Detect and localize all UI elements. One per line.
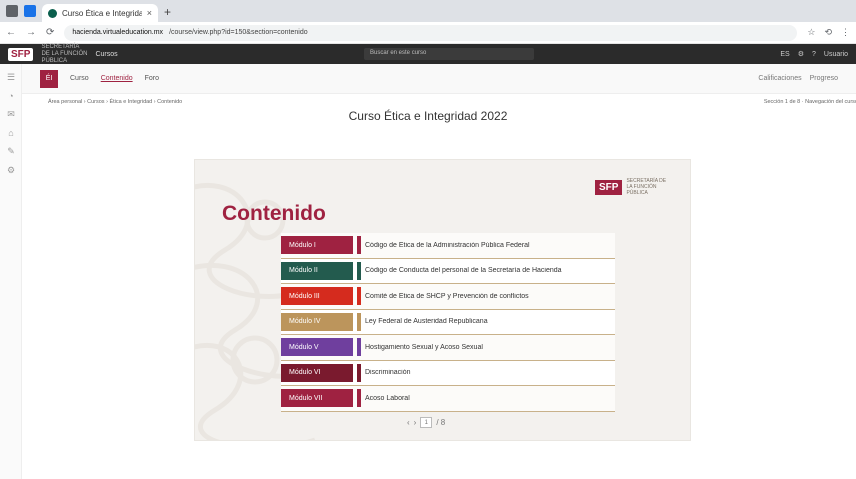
module-badge[interactable]: Módulo III [281,287,353,306]
url-path: /course/view.php?id=150&section=contenid… [169,29,308,36]
module-list: Módulo I Código de Ética de la Administr… [281,233,615,412]
progress-link[interactable]: Progreso [810,75,838,82]
page-number-input[interactable]: 1 [420,417,433,428]
breadcrumb: Área personal › Cursos › Ética e Integri… [48,99,856,109]
reload-icon[interactable]: ⟳ [46,27,54,38]
browser-menu-icon[interactable]: ⋮ [841,27,850,38]
rail-settings-icon[interactable]: ⚙ [0,165,22,176]
module-row[interactable]: Módulo IV Ley Federal de Austeridad Repu… [281,309,615,335]
breadcrumb-path[interactable]: Área personal › Cursos › Ética e Integri… [48,99,182,109]
module-description[interactable]: Código de Conducta del personal de la Se… [365,267,562,274]
card-heading: Contenido [222,202,326,225]
menu-icon[interactable]: ☰ [0,72,22,83]
course-bar-actions: Calificaciones Progreso [758,75,838,82]
site-menu-link[interactable]: Cursos [95,51,117,58]
card-brand-logo: SFP [595,179,623,195]
bookmark-star-icon[interactable]: ☆ [807,27,815,38]
page-title: Curso Ética e Integridad 2022 [348,109,508,123]
home-icon[interactable]: ⌂ [0,128,22,138]
module-badge[interactable]: Módulo II [281,261,353,280]
module-description[interactable]: Código de Ética de la Administración Púb… [365,242,530,249]
course-bar: ÉI Curso Contenido Foro Calificaciones P… [22,64,856,94]
history-icon[interactable]: ⟲ [824,27,832,38]
module-separator [357,363,361,382]
course-link-curso[interactable]: Curso [70,75,89,82]
module-badge[interactable]: Módulo V [281,338,353,357]
site-favicon-icon [48,8,57,18]
tab-title: Curso Ética e Integridad 2022 [62,8,142,18]
window-menu-icon[interactable] [6,5,18,17]
left-rail: ☰ ◔ ✉ ⌂ ✎ ⚙ [0,64,22,479]
url-host: hacienda.virtualeducation.mx [72,29,164,36]
site-header: SFP SECRETARÍA DE LA FUNCIÓN PÚBLICA Cur… [0,44,856,64]
page-total: / 8 [436,418,446,427]
edit-icon[interactable]: ✎ [0,146,22,157]
module-separator [357,261,361,280]
pager: ‹ › 1 / 8 [407,417,445,428]
module-separator [357,236,361,255]
settings-icon[interactable]: ⚙ [798,50,804,58]
course-navigation[interactable]: Sección 1 de 8 · Navegación del curso [764,99,856,109]
module-description[interactable]: Acoso Laboral [365,395,410,402]
address-bar-row: ← → ⟳ hacienda.virtualeducation.mx /cour… [0,22,856,44]
card-brand-text: SECRETARÍA DE LA FUNCIÓN PÚBLICA [626,178,667,196]
module-row[interactable]: Módulo V Hostigamiento Sexual y Acoso Se… [281,335,615,361]
back-icon[interactable]: ← [6,27,16,38]
browser-actions: ☆ ⟲ ⋮ [807,27,850,38]
site-subtitle: SECRETARÍA DE LA FUNCIÓN PÚBLICA [41,43,88,64]
language-selector[interactable]: ES [780,51,789,58]
module-separator [357,338,361,357]
help-icon[interactable]: ? [812,51,816,58]
module-description[interactable]: Discriminación [365,369,411,376]
new-tab-button[interactable]: + [164,5,171,19]
course-icon[interactable]: ÉI [40,69,58,88]
card-brand: SFP SECRETARÍA DE LA FUNCIÓN PÚBLICA [595,178,671,196]
module-row[interactable]: Módulo I Código de Ética de la Administr… [281,233,615,259]
user-menu[interactable]: Usuario [824,51,848,58]
module-separator [357,389,361,408]
site-logo[interactable]: SFP [8,47,34,61]
forward-icon[interactable]: → [26,27,36,38]
module-badge[interactable]: Módulo I [281,236,353,255]
tab-search-icon[interactable] [24,5,36,17]
browser-tab-strip: Curso Ética e Integridad 2022 × + [0,0,856,22]
site-header-actions: ES ⚙ ? Usuario [780,50,848,59]
next-page-button[interactable]: › [414,418,417,427]
module-separator [357,312,361,331]
tab-close-icon[interactable]: × [147,8,152,18]
module-row[interactable]: Módulo VI Discriminación [281,360,615,386]
module-badge[interactable]: Módulo IV [281,312,353,331]
content-card: SFP SECRETARÍA DE LA FUNCIÓN PÚBLICA Con… [195,160,690,440]
module-description[interactable]: Ley Federal de Austeridad Republicana [365,318,488,325]
module-separator [357,287,361,306]
site-search-input[interactable]: Buscar en este curso [364,48,534,60]
prev-page-button[interactable]: ‹ [407,418,410,427]
url-input[interactable]: hacienda.virtualeducation.mx /course/vie… [64,24,798,41]
module-badge[interactable]: Módulo VII [281,389,353,408]
browser-tab-active[interactable]: Curso Ética e Integridad 2022 × [42,4,158,22]
module-row[interactable]: Módulo III Comité de Ética de SHCP y Pre… [281,284,615,310]
module-row[interactable]: Módulo VII Acoso Laboral [281,386,615,412]
grades-link[interactable]: Calificaciones [758,75,801,82]
module-description[interactable]: Comité de Ética de SHCP y Prevención de … [365,293,529,300]
dashboard-icon[interactable]: ◔ [0,91,22,101]
course-link-foro[interactable]: Foro [145,75,159,82]
module-description[interactable]: Hostigamiento Sexual y Acoso Sexual [365,344,483,351]
module-row[interactable]: Módulo II Código de Conducta del persona… [281,258,615,284]
module-badge[interactable]: Módulo VI [281,363,353,382]
course-link-contenido[interactable]: Contenido [101,75,133,82]
